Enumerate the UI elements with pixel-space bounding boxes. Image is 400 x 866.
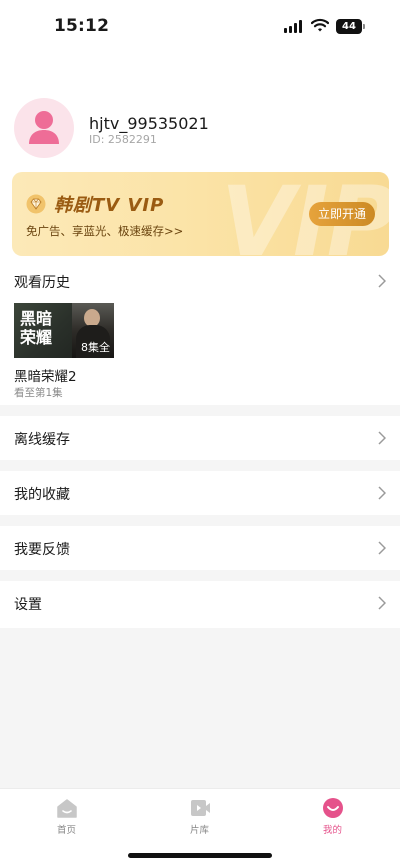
section-divider <box>0 570 400 581</box>
history-item-progress: 看至第1集 <box>14 387 63 399</box>
battery-level: 44 <box>336 19 362 34</box>
poster-title: 黑暗荣耀 <box>20 309 53 347</box>
wifi-icon <box>311 18 329 32</box>
status-bar: 15:12 44 <box>0 0 400 54</box>
home-icon <box>56 799 77 818</box>
vip-benefits-link[interactable]: 免广告、享蓝光、极速缓存>> <box>26 223 183 239</box>
tab-library[interactable]: 片库 <box>133 789 266 841</box>
diamond-icon <box>26 194 46 214</box>
menu-item-label: 我要反馈 <box>14 542 70 558</box>
status-time: 15:12 <box>54 16 110 36</box>
chevron-right-icon <box>378 431 386 445</box>
tab-mine[interactable]: 我的 <box>266 789 399 841</box>
battery-icon: 44 <box>336 19 365 34</box>
menu-item-label: 设置 <box>14 597 42 613</box>
watch-history-label: 观看历史 <box>14 275 70 291</box>
cellular-signal-icon <box>284 20 304 33</box>
episode-count-badge: 8集全 <box>81 341 110 354</box>
tab-home-label: 首页 <box>56 825 76 836</box>
user-silhouette-icon <box>29 111 59 144</box>
chevron-right-icon <box>378 596 386 610</box>
chevron-right-icon <box>378 541 386 555</box>
avatar[interactable] <box>14 98 74 158</box>
chevron-right-icon <box>378 486 386 500</box>
menu-item-label: 我的收藏 <box>14 487 70 503</box>
chevron-right-icon <box>378 274 386 288</box>
section-divider <box>0 515 400 526</box>
menu-item-feedback[interactable]: 我要反馈 <box>0 526 400 570</box>
watch-history-header[interactable]: 观看历史 <box>0 259 400 303</box>
history-thumbnail[interactable]: 黑暗荣耀 8集全 <box>14 303 114 358</box>
history-item-title[interactable]: 黑暗荣耀2 <box>14 365 77 385</box>
vip-open-button[interactable]: 立即开通 <box>309 202 375 226</box>
user-id: ID: 2582291 <box>89 133 157 146</box>
vip-banner[interactable]: VIP 韩剧TV VIP 免广告、享蓝光、极速缓存>> 立即开通 <box>12 172 389 256</box>
menu-item-label: 离线缓存 <box>14 432 70 448</box>
section-divider <box>0 405 400 416</box>
profile-face-icon <box>322 798 343 818</box>
tab-mine-label: 我的 <box>322 825 342 836</box>
section-divider <box>0 460 400 471</box>
menu-item-favorites[interactable]: 我的收藏 <box>0 471 400 515</box>
menu-item-offline-cache[interactable]: 离线缓存 <box>0 416 400 460</box>
tab-library-label: 片库 <box>189 825 209 836</box>
username[interactable]: hjtv_99535021 <box>89 114 209 133</box>
home-indicator <box>128 853 272 858</box>
menu-item-settings[interactable]: 设置 <box>0 581 400 625</box>
tab-home[interactable]: 首页 <box>0 789 133 841</box>
video-library-icon <box>190 800 210 816</box>
vip-title: 韩剧TV VIP <box>54 195 165 216</box>
